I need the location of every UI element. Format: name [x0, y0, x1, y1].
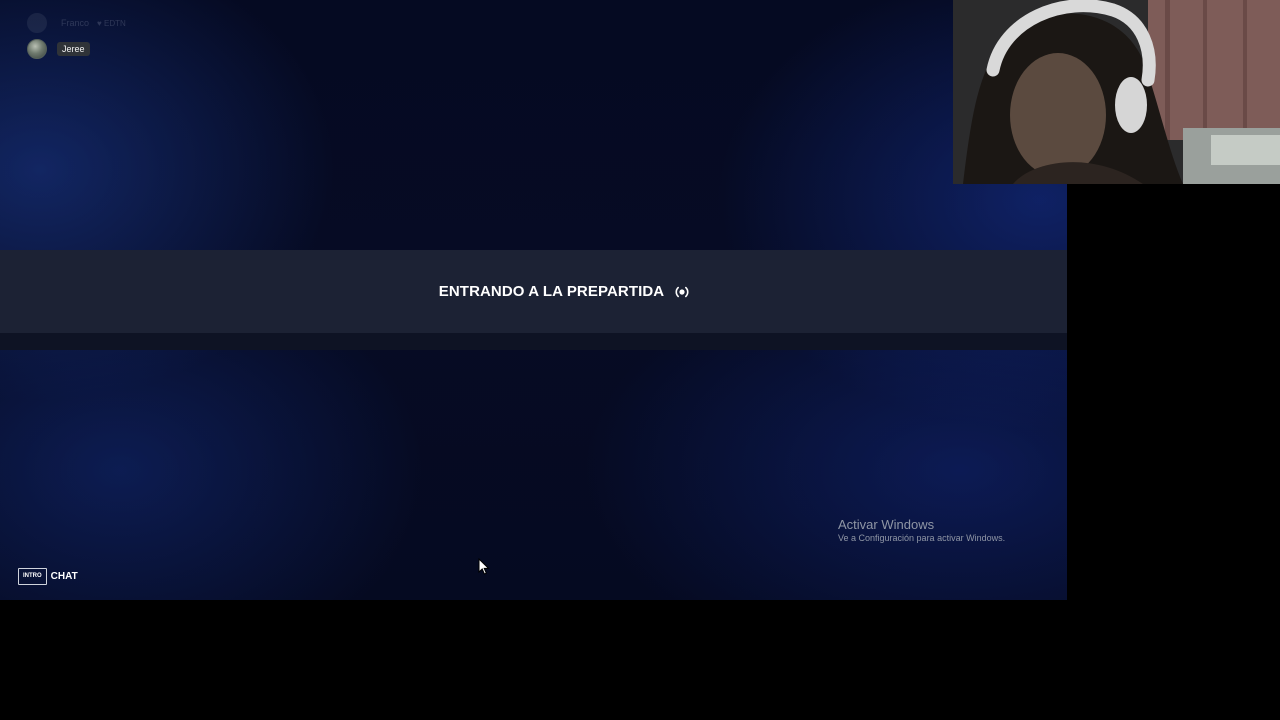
heart-icon: ♥ [97, 18, 102, 28]
watermark-title: Activar Windows [838, 517, 935, 532]
enter-key-badge: INTRO [18, 568, 47, 585]
chat-hint[interactable]: INTRO CHAT [18, 568, 78, 585]
player-name: Franco [61, 18, 90, 28]
avatar [27, 13, 47, 33]
broadcast-loading-icon [672, 284, 692, 300]
chat-label[interactable]: CHAT [51, 571, 78, 582]
watermark-subtitle: Ve a Configuración para activar Windows. [838, 533, 1006, 543]
mouse-pointer-icon [478, 557, 490, 576]
windows-activation-watermark: Activar Windows Ve a Configuración para … [838, 517, 1005, 543]
game-screen: Franco ♥ EDTN Jeree ENTRANDO A LA PREPAR… [0, 0, 1067, 600]
avatar [27, 39, 47, 59]
webcam-overlay [953, 0, 1280, 184]
player-name: Jeree [57, 42, 90, 56]
player-tag: ♥ EDTN [97, 19, 126, 28]
status-banner: ENTRANDO A LA PREPARTIDA [0, 250, 1067, 333]
status-message: ENTRANDO A LA PREPARTIDA [438, 283, 665, 300]
party-member-row: Franco ♥ EDTN [27, 13, 126, 33]
party-member-row: Jeree [27, 39, 90, 59]
player-tag-text: EDTN [104, 18, 126, 28]
banner-shadow [0, 333, 1067, 350]
